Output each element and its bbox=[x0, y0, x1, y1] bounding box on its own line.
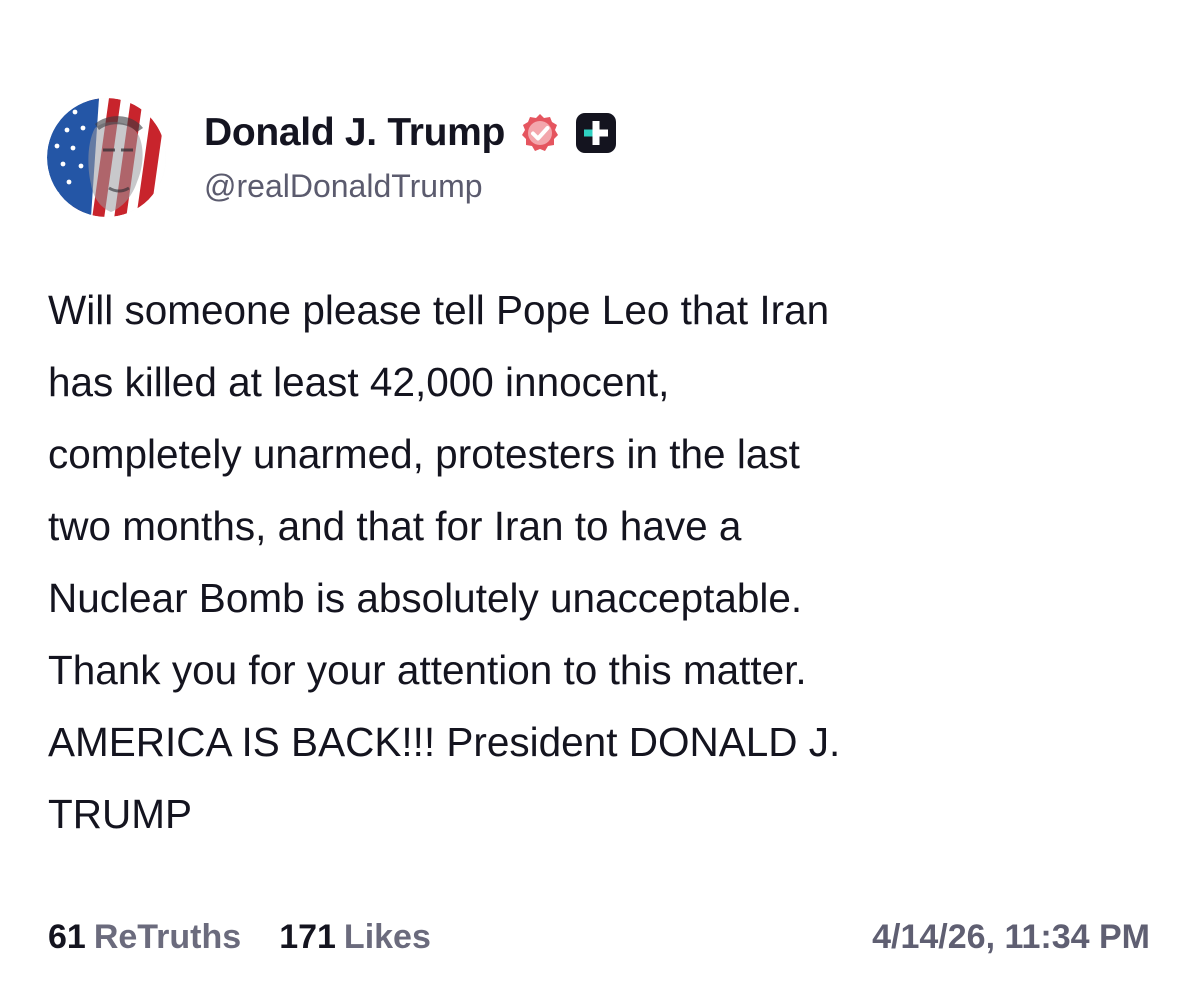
retruths-label: ReTruths bbox=[93, 917, 242, 956]
likes-label: Likes bbox=[343, 917, 431, 956]
retruths-stat[interactable]: 61 ReTruths bbox=[48, 918, 241, 957]
display-name[interactable]: Donald J. Trump bbox=[204, 111, 505, 155]
likes-stat[interactable]: 171 Likes bbox=[279, 918, 431, 957]
post-timestamp: 4/14/26, 11:34 PM bbox=[872, 917, 1150, 956]
author-handle[interactable]: @realDonaldTrump bbox=[204, 168, 617, 205]
post-card: Donald J. Trump @realDonaldTrump Will so… bbox=[0, 0, 1200, 992]
plus-badge-icon bbox=[575, 112, 617, 154]
avatar[interactable] bbox=[47, 98, 166, 217]
retruths-count: 61 bbox=[48, 917, 86, 956]
likes-count: 171 bbox=[279, 917, 336, 956]
post-header: Donald J. Trump @realDonaldTrump bbox=[47, 98, 617, 217]
author-identity: Donald J. Trump @realDonaldTrump bbox=[204, 98, 617, 205]
post-footer: 61 ReTruths 171 Likes 4/14/26, 11:34 PM bbox=[48, 910, 1150, 964]
post-text: Will someone please tell Pope Leo that I… bbox=[48, 287, 841, 837]
verified-badge-icon bbox=[519, 112, 561, 154]
name-row: Donald J. Trump bbox=[204, 106, 617, 160]
